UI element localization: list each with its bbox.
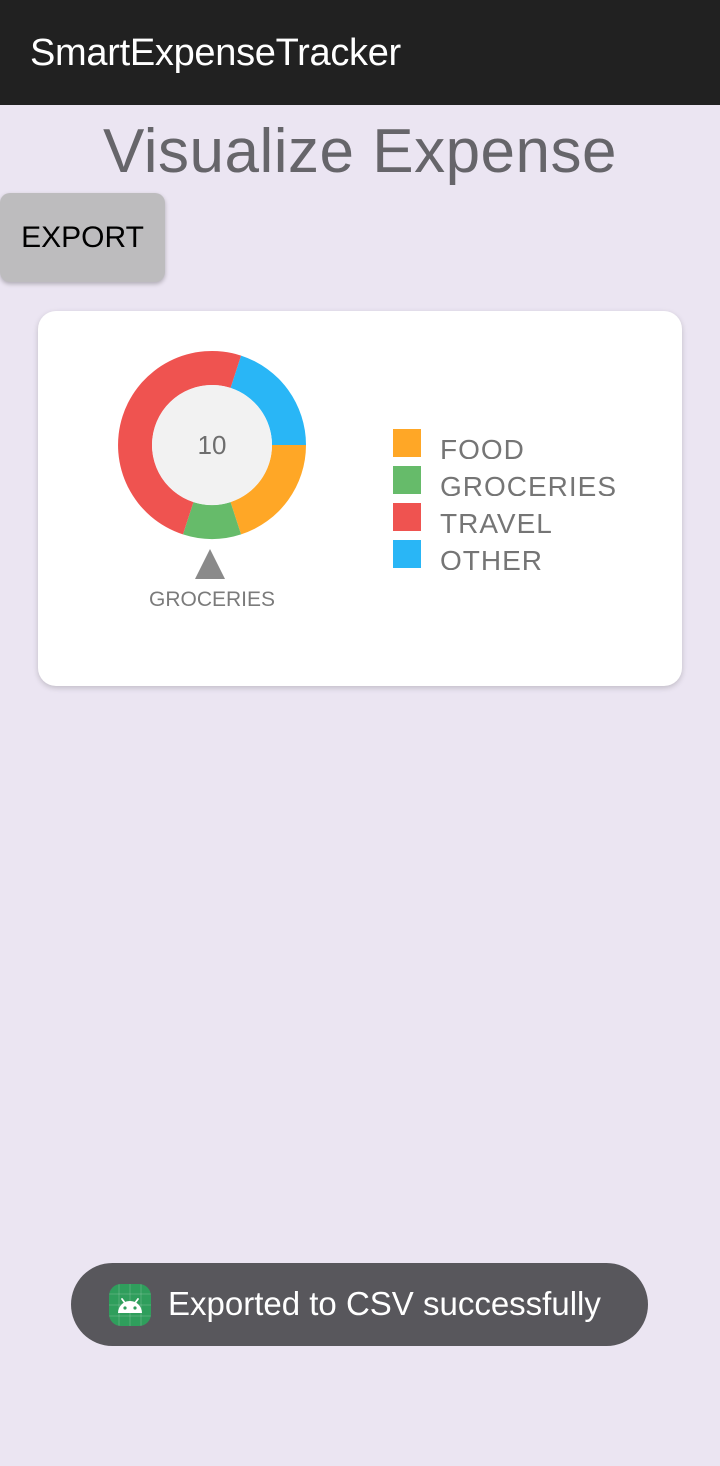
legend-label: GROCERIES [440, 471, 618, 496]
legend-swatch [393, 540, 421, 568]
legend-item-groceries: GROCERIES [393, 466, 633, 503]
donut-slice-groceries[interactable] [182, 502, 242, 539]
triangle-pointer-icon [195, 549, 225, 579]
legend-label: TRAVEL [440, 508, 553, 533]
legend-label: OTHER [440, 545, 543, 570]
app-title: SmartExpenseTracker [30, 32, 401, 74]
page-title: Visualize Expense [102, 117, 617, 186]
export-button[interactable]: EXPORT [0, 193, 165, 282]
donut-center-value: 10 [197, 430, 227, 460]
android-icon [109, 1284, 151, 1326]
app-bar: SmartExpenseTracker [0, 0, 720, 105]
legend-item-food: FOOD [393, 429, 633, 466]
legend-swatch [393, 466, 421, 494]
toast-message: Exported to CSV successfully [168, 1285, 601, 1322]
legend-swatch [393, 429, 421, 457]
toast-notification: Exported to CSV successfully [71, 1263, 648, 1346]
selected-slice-label: GROCERIES [148, 588, 276, 611]
legend-swatch [393, 503, 421, 531]
legend-item-other: OTHER [393, 540, 633, 577]
chart-card: 10 GROCERIES FOOD GROCERIES TRAVEL OTHER [38, 311, 682, 686]
legend-label: FOOD [440, 434, 525, 459]
legend-item-travel: TRAVEL [393, 503, 633, 540]
